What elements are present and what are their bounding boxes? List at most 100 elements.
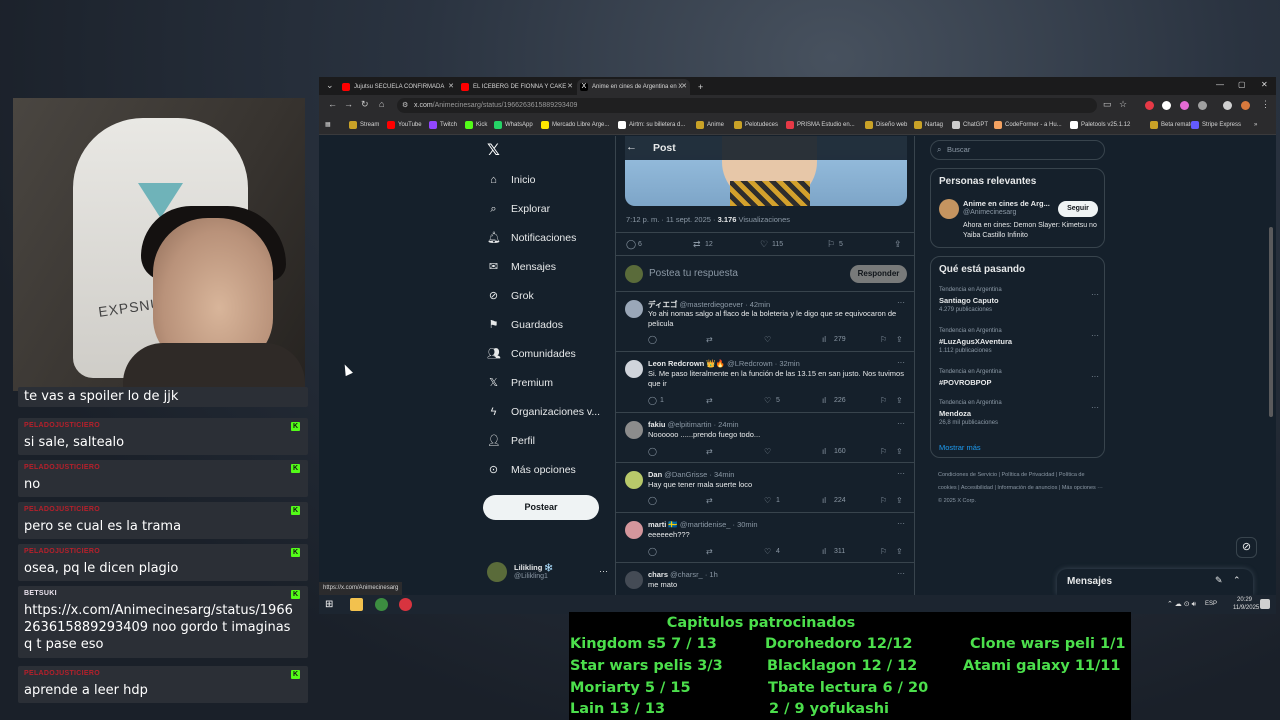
more-icon[interactable]: ··· xyxy=(897,519,905,528)
relevant-name[interactable]: Anime en cines de Arg... xyxy=(963,199,1050,208)
share-action[interactable]: ⇪ xyxy=(896,446,908,457)
views-action[interactable]: ıl 160 xyxy=(822,446,846,457)
reply-stat[interactable]: ◯ 6 xyxy=(626,239,642,250)
more-icon[interactable]: ··· xyxy=(1091,403,1099,412)
like-action[interactable]: ♡ xyxy=(764,334,776,345)
nav-perfil[interactable]: 👤︎ Perfil xyxy=(487,431,535,451)
bookmark-action[interactable]: ⚐ xyxy=(880,446,892,457)
views-action[interactable]: ıl 279 xyxy=(822,334,846,345)
close-icon[interactable]: ✕ xyxy=(681,79,687,95)
bookmark-item[interactable]: Airtm: su billetera d... xyxy=(618,120,685,131)
extension-icon[interactable] xyxy=(1162,101,1171,110)
avatar[interactable] xyxy=(625,421,643,439)
search-input[interactable]: ⌕ Buscar xyxy=(930,140,1105,160)
nav-mas-opciones[interactable]: ⊙ Más opciones xyxy=(487,460,576,480)
menu-icon[interactable]: ⋮ xyxy=(1261,99,1270,110)
share-action[interactable]: ⇪ xyxy=(896,495,908,506)
bookmark-stat[interactable]: ⚐ 5 xyxy=(827,239,843,250)
extension-icon[interactable] xyxy=(1180,101,1189,110)
tab-jujutsu[interactable]: Jujutsu SECUELA CONFIRMADA ✕ xyxy=(339,79,457,95)
views-action[interactable]: ıl 226 xyxy=(822,395,846,406)
bookmark-action[interactable]: ⚐ xyxy=(880,334,892,345)
views-action[interactable]: ıl 311 xyxy=(822,546,845,557)
reply-tweet[interactable]: fakiu @elpitimartin · 24min ··· Noooooo … xyxy=(616,414,914,463)
reply-tweet[interactable]: Leon Redcrown 👑🔥 @LRedcrown · 32min ··· … xyxy=(616,353,914,413)
tab-iceberg[interactable]: EL ICEBERG DE FIONNA Y CAKE ✕ xyxy=(458,79,576,95)
page-scrollbar[interactable] xyxy=(1269,227,1273,417)
install-icon[interactable]: ▭ xyxy=(1103,99,1112,110)
share-action[interactable]: ⇪ xyxy=(896,395,908,406)
avatar[interactable] xyxy=(625,471,643,489)
x-logo-icon[interactable]: 𝕏 xyxy=(487,140,500,159)
avatar[interactable] xyxy=(939,199,959,219)
trend-item[interactable]: Tendencia en Argentina Mendoza 26,8 mil … xyxy=(939,400,1099,436)
home-browser-icon[interactable]: ⌂ xyxy=(379,99,384,109)
reply-tweet[interactable]: marti 🇸🇪 @martidenise_ · 30min ··· eeeee… xyxy=(616,514,914,563)
nav-grok[interactable]: ⊘ Grok xyxy=(487,286,534,306)
share-action[interactable]: ⇪ xyxy=(896,334,908,345)
repost-stat[interactable]: ⇄ 12 xyxy=(693,239,713,250)
reply-action[interactable]: ◯ xyxy=(648,446,660,457)
nav-guardados[interactable]: ⚑ Guardados xyxy=(487,315,563,335)
responder-button[interactable]: Responder xyxy=(850,265,907,283)
nav-explorar[interactable]: ⌕ Explorar xyxy=(487,199,550,219)
reply-input[interactable]: Postea tu respuesta xyxy=(649,268,738,279)
bookmark-item[interactable]: Stream xyxy=(349,120,379,131)
bookmark-item[interactable]: WhatsApp xyxy=(494,120,533,131)
bookmark-item[interactable]: Beta rematch xyxy=(1150,120,1197,131)
author-name[interactable]: ディエゴ xyxy=(648,300,677,309)
back-arrow-icon[interactable]: ← xyxy=(626,141,637,153)
notification-icon[interactable] xyxy=(1260,599,1270,609)
author-name[interactable]: marti 🇸🇪 xyxy=(648,520,678,529)
file-explorer-icon[interactable] xyxy=(350,598,363,611)
avatar[interactable] xyxy=(625,300,643,318)
reply-action[interactable]: ◯ 1 xyxy=(648,395,664,406)
avatar[interactable] xyxy=(625,521,643,539)
like-action[interactable]: ♡ 4 xyxy=(764,546,780,557)
obs-icon[interactable] xyxy=(399,598,412,611)
author-name[interactable]: chars xyxy=(648,570,668,579)
views-action[interactable]: ıl 224 xyxy=(822,495,846,506)
close-icon[interactable]: ✕ xyxy=(448,79,454,95)
more-bookmarks-icon[interactable]: » xyxy=(1254,120,1257,131)
reply-action[interactable]: ◯ xyxy=(648,546,660,557)
bookmark-item[interactable]: Paletools v25.1.12 xyxy=(1070,120,1130,131)
more-icon[interactable]: ··· xyxy=(1091,331,1099,340)
bookmark-item[interactable]: Anime xyxy=(696,120,724,131)
account-switcher[interactable]: Lilikling ❄️ @Lilikling1 ··· xyxy=(487,562,608,584)
tab-x-post[interactable]: X Anime en cines de Argentina en X ✕ xyxy=(577,79,690,95)
trend-item[interactable]: Tendencia en Argentina #LuzAgusXAventura… xyxy=(939,328,1099,364)
nav-inicio[interactable]: ⌂ Inicio xyxy=(487,170,535,190)
grok-float-icon[interactable]: ⊘ xyxy=(1236,537,1257,558)
nav-notificaciones[interactable]: 🔔︎ Notificaciones xyxy=(487,228,576,248)
chrome-icon[interactable] xyxy=(375,598,388,611)
repost-action[interactable]: ⇄ xyxy=(706,495,718,506)
repost-action[interactable]: ⇄ xyxy=(706,546,718,557)
more-icon[interactable]: ··· xyxy=(897,358,905,367)
nav-premium[interactable]: 𝕏 Premium xyxy=(487,373,553,393)
share-button[interactable]: ⇪ xyxy=(894,239,906,250)
repost-action[interactable]: ⇄ xyxy=(706,334,718,345)
bookmark-item[interactable]: Stripe Express xyxy=(1191,120,1241,131)
clock-time[interactable]: 20:29 xyxy=(1237,597,1252,603)
extension-icon[interactable] xyxy=(1198,101,1207,110)
bookmark-action[interactable]: ⚐ xyxy=(880,495,892,506)
author-name[interactable]: Dan xyxy=(648,470,662,479)
more-icon[interactable]: ··· xyxy=(897,298,905,307)
like-action[interactable]: ♡ 5 xyxy=(764,395,780,406)
back-icon[interactable]: ← xyxy=(328,99,337,109)
bookmark-item[interactable]: Twitch xyxy=(429,120,457,131)
language-indicator[interactable]: ESP xyxy=(1205,601,1217,607)
footer-links[interactable]: Condiciones de Servicio | Política de Pr… xyxy=(938,469,1103,508)
extension-icon[interactable] xyxy=(1145,101,1154,110)
new-tab-button[interactable]: + xyxy=(695,79,709,95)
more-icon[interactable]: ··· xyxy=(1091,290,1099,299)
bookmark-action[interactable]: ⚐ xyxy=(880,395,892,406)
nav-organizaciones[interactable]: ϟ Organizaciones v... xyxy=(487,402,601,422)
reply-tweet[interactable]: Dan @DanGrisse · 34min ··· Hay que tener… xyxy=(616,464,914,513)
reply-tweet[interactable]: chars @charsr_ · 1h ··· me mato xyxy=(616,564,914,595)
site-info-icon[interactable]: ⚙ xyxy=(402,98,408,113)
bookmark-item[interactable]: Pelotudeces xyxy=(734,120,778,131)
more-icon[interactable]: ··· xyxy=(897,569,905,578)
nav-comunidades[interactable]: 👥︎ Comunidades xyxy=(487,344,576,364)
